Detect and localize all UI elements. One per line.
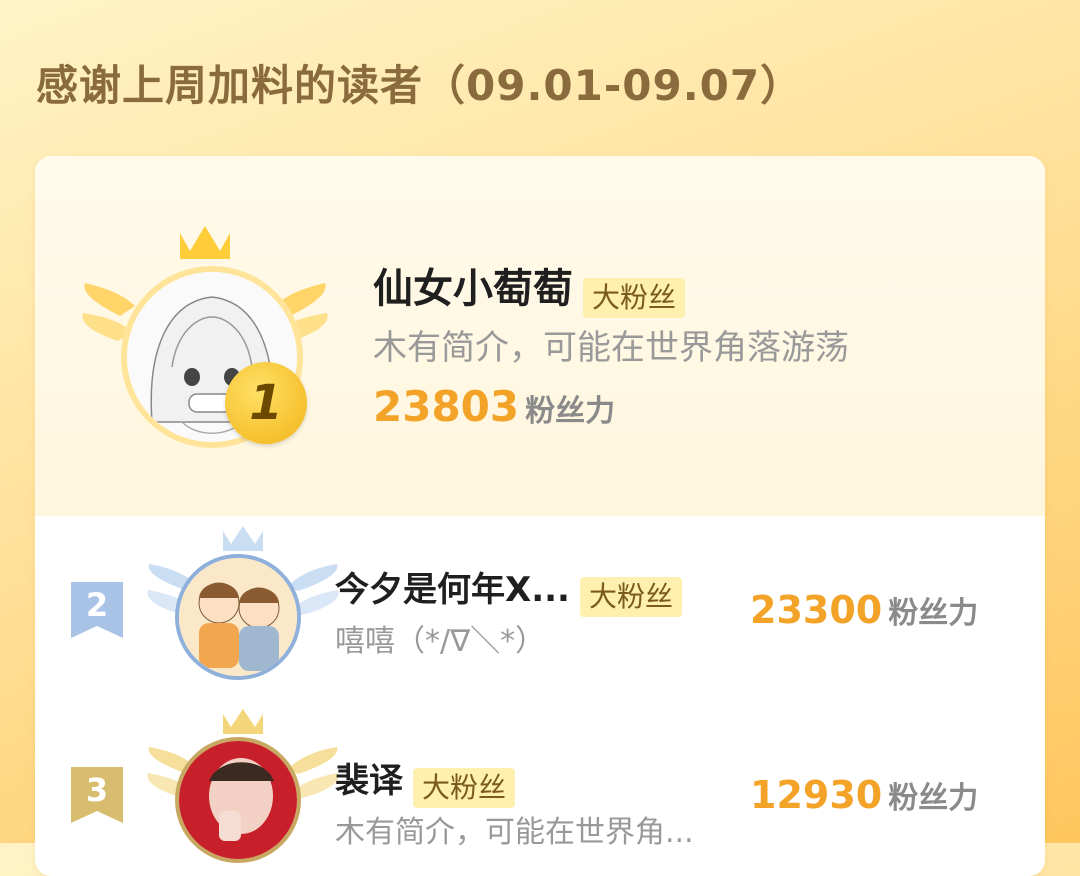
fan-level-badge: 大粉丝 <box>583 277 686 318</box>
user-bio: 嘻嘻（*/∇＼*） <box>335 624 546 659</box>
user-name[interactable]: 裴译 <box>335 761 403 801</box>
user-name[interactable]: 今夕是何年X... <box>335 570 570 610</box>
fan-power-label: 粉丝力 <box>888 781 979 816</box>
rank-3-entry[interactable]: 3 裴译 大粉丝 木有简介，可能在世界角... 12930 粉丝力 <box>35 701 1045 876</box>
user-name[interactable]: 仙女小萄萄 <box>373 266 573 312</box>
leaderboard-card: 1 仙女小萄萄 大粉丝 木有简介，可能在世界角落游荡 23803 粉丝力 2 今… <box>35 156 1045 876</box>
rank-number-2: 2 <box>85 586 109 624</box>
user-bio: 木有简介，可能在世界角... <box>335 815 694 850</box>
photo-avatar-icon <box>179 741 297 859</box>
avatar[interactable] <box>175 554 301 680</box>
fan-power-score: 12930 <box>750 773 883 817</box>
fan-level-badge: 大粉丝 <box>579 576 682 617</box>
rank-2-entry[interactable]: 2 今夕是何年X... 大粉丝 嘻嘻（*/∇＼*） 23300 粉丝力 <box>35 516 1045 701</box>
avatar[interactable] <box>175 737 301 863</box>
fan-power-label: 粉丝力 <box>888 596 979 631</box>
page-title: 感谢上周加料的读者（09.01-09.07） <box>36 61 804 110</box>
rank-1-entry[interactable]: 1 仙女小萄萄 大粉丝 木有简介，可能在世界角落游荡 23803 粉丝力 <box>35 156 1045 516</box>
fan-level-badge: 大粉丝 <box>413 767 516 808</box>
crown-icon <box>180 226 230 259</box>
fan-power-score: 23300 <box>750 588 883 632</box>
rank-number-3: 3 <box>85 771 109 809</box>
cartoon-kids-avatar-icon <box>179 558 297 676</box>
user-bio: 木有简介，可能在世界角落游荡 <box>373 328 849 368</box>
rank-number-1: 1 <box>249 375 283 431</box>
fan-power-label: 粉丝力 <box>525 394 616 429</box>
rank-medal-1: 1 <box>225 362 307 444</box>
fan-power-score: 23803 <box>373 382 520 431</box>
